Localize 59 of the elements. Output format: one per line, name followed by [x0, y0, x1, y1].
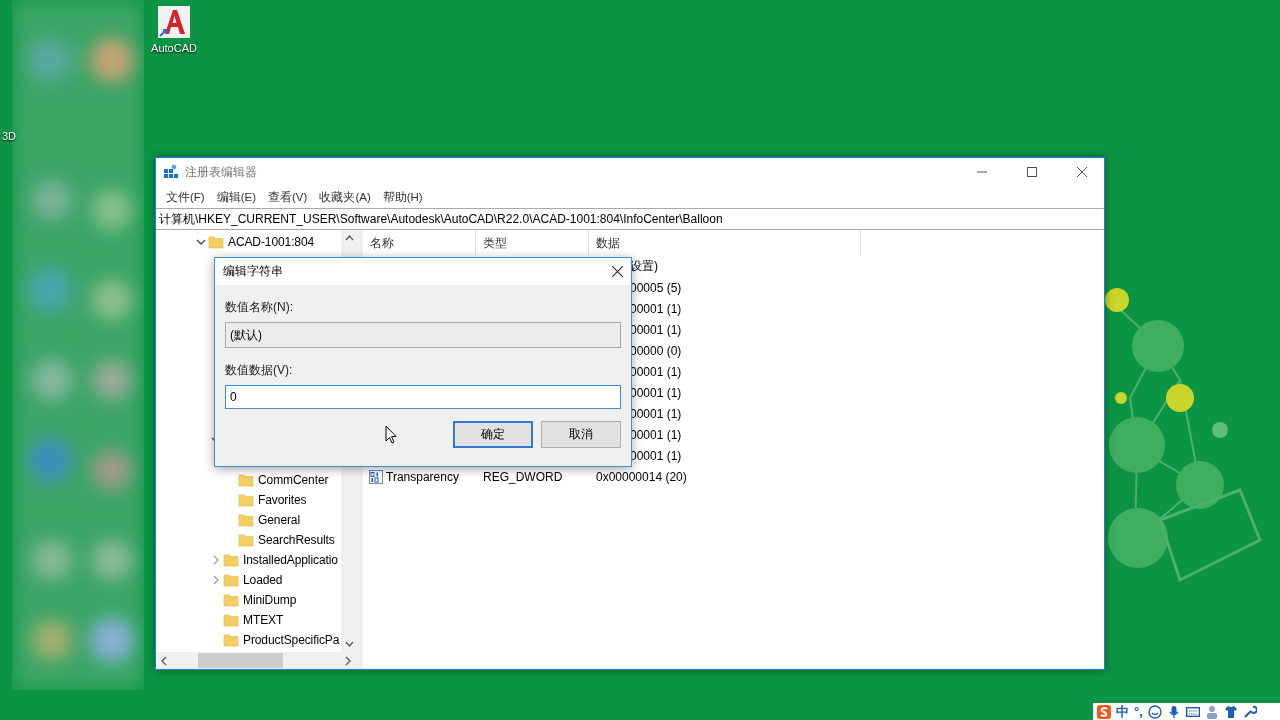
smiley-icon[interactable] [1147, 704, 1162, 719]
tree-item[interactable]: Favorites [258, 493, 307, 507]
tree-item[interactable]: ProductSpecificPa [243, 633, 340, 647]
binary-value-icon [369, 469, 383, 484]
folder-icon [223, 552, 239, 568]
desktop-icon-label: AutoCAD [151, 42, 197, 54]
dialog-title: 编辑字符串 [223, 263, 283, 280]
menu-item[interactable]: 帮助(H) [376, 189, 429, 205]
folder-icon [238, 512, 254, 528]
tree-item[interactable]: General [258, 513, 300, 527]
person-icon[interactable] [1204, 704, 1219, 719]
input-mode-toggle[interactable]: 中 [1116, 702, 1129, 720]
folder-icon [208, 234, 224, 250]
tree-item[interactable]: Loaded [243, 573, 283, 587]
close-icon[interactable] [612, 266, 623, 277]
value-name[interactable]: Transparency [386, 469, 459, 484]
value-type: REG_DWORD [483, 469, 563, 484]
desktop-icon-label: 3D [2, 130, 17, 142]
window-title: 注册表编辑器 [185, 163, 258, 181]
folder-icon [223, 592, 239, 608]
registry-app-icon [163, 164, 179, 180]
tree-item[interactable]: InstalledApplicatio [243, 553, 338, 567]
folder-icon [223, 612, 239, 628]
tree-item[interactable]: CommCenter [258, 473, 329, 487]
folder-icon [223, 572, 239, 588]
field-label: 数值数据(V): [225, 362, 294, 379]
folder-icon [223, 632, 239, 648]
menu-item[interactable]: 文件(F) [160, 189, 211, 205]
maximize-icon [1027, 167, 1037, 177]
shirt-icon[interactable] [1223, 704, 1238, 719]
folder-icon [238, 472, 254, 488]
input-method-logo-icon[interactable] [1097, 704, 1111, 719]
field-label: 数值名称(N): [225, 299, 294, 316]
tree-item[interactable]: MiniDump [243, 593, 297, 607]
folder-icon [238, 492, 254, 508]
horizontal-scrollbar[interactable] [156, 652, 358, 669]
address-bar[interactable]: 计算机\HKEY_CURRENT_USER\Software\Autodesk\AutoCAD\R22.0\ACAD-1001:804\InfoCenter\Balloon [156, 208, 1104, 230]
desktop-app-icon[interactable] [158, 6, 190, 38]
tree-item[interactable]: SearchResults [258, 533, 335, 547]
keyboard-icon[interactable] [1185, 704, 1200, 719]
column-header[interactable]: 数据 [589, 230, 861, 256]
tree-item[interactable]: MTEXT [243, 613, 284, 627]
input-mode-toggle[interactable]: °, [1134, 704, 1143, 719]
scroll-left-icon[interactable] [160, 655, 168, 666]
column-header[interactable]: 名称 [363, 230, 476, 256]
value-data-field[interactable]: 0 [225, 385, 621, 409]
cancel-button[interactable]: 取消 [541, 421, 621, 448]
close-icon [1077, 167, 1087, 177]
mouse-cursor-icon [385, 425, 399, 445]
tree-item[interactable]: ACAD-1001:804 [228, 235, 315, 249]
folder-icon [238, 532, 254, 548]
menu-item[interactable]: 编辑(E) [210, 189, 263, 205]
scroll-right-icon[interactable] [344, 655, 352, 666]
ok-button[interactable]: 确定 [453, 421, 533, 448]
menu-item[interactable]: 查看(V) [262, 189, 314, 205]
column-header[interactable]: 类型 [476, 230, 589, 256]
value-name-field[interactable]: (默认) [225, 322, 621, 348]
value-data: 0x00000014 (20) [596, 469, 687, 484]
menu-item[interactable]: 收藏夹(A) [313, 189, 377, 205]
